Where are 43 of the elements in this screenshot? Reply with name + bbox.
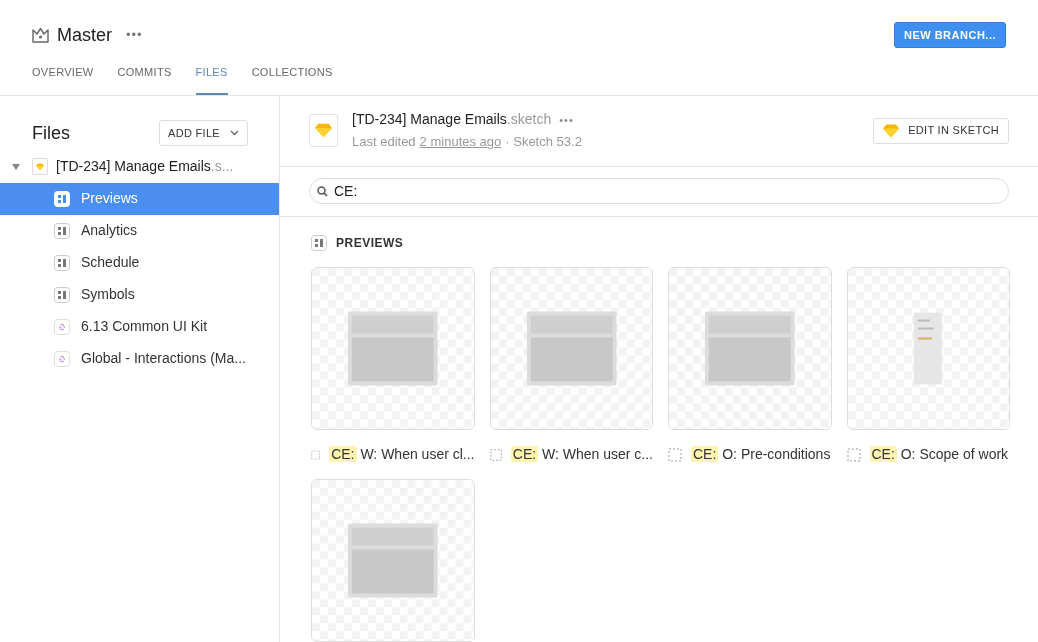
card-title: CE: W: When user c...: [510, 445, 653, 464]
search-icon: [317, 186, 328, 198]
caret-down-icon[interactable]: [11, 161, 21, 172]
diamond-icon: [883, 122, 900, 139]
tab[interactable]: COLLECTIONS: [251, 60, 333, 95]
artboard-icon: [668, 447, 682, 462]
card-title: CE: O: Scope of work: [869, 445, 1009, 464]
link-icon: [54, 350, 70, 367]
tab[interactable]: COMMITS: [117, 60, 172, 95]
page-icon: [54, 222, 70, 239]
more-button[interactable]: •••: [126, 25, 143, 45]
file-icon: [309, 114, 338, 148]
section-title: PREVIEWS: [336, 235, 404, 252]
crown-icon: [32, 27, 49, 43]
edited-label: Last edited: [352, 133, 416, 152]
page-icon: [311, 235, 327, 251]
sidebar-title: Files: [32, 121, 70, 145]
card-title: CE: W: When user cl...: [329, 445, 475, 464]
artboard-icon: [311, 447, 321, 462]
branch-title: Master: [57, 23, 112, 47]
link-icon: [54, 318, 70, 335]
file-icon: [32, 158, 48, 175]
sidebar-item[interactable]: Schedule: [0, 246, 279, 279]
file-name: [TD-234] Manage Emails.sketch: [352, 110, 552, 130]
tab[interactable]: FILES: [195, 60, 228, 95]
search-field[interactable]: CE:: [309, 178, 1009, 205]
version-label: · Sketch 53.2: [505, 133, 582, 152]
artboard-icon: [489, 447, 502, 462]
sidebar-item[interactable]: Global - Interactions (Ma...: [0, 342, 279, 375]
add-file-button[interactable]: ADD FILE: [159, 120, 248, 146]
file-tree-item[interactable]: [TD-234] Manage Emails.s...: [0, 150, 279, 183]
page-icon: [54, 286, 70, 303]
page-icon: [54, 190, 70, 207]
sidebar-item[interactable]: Analytics: [0, 214, 279, 247]
page-icon: [54, 254, 70, 271]
sidebar-item[interactable]: 6.13 Common UI Kit: [0, 310, 279, 343]
tab[interactable]: OVERVIEW: [32, 60, 94, 95]
artboard-icon: [846, 447, 861, 462]
more-button[interactable]: •••: [559, 111, 574, 129]
sidebar-item[interactable]: Symbols: [0, 278, 279, 311]
chevron-down-icon: [230, 130, 239, 136]
card-title: CE: O: Pre-conditions: [691, 445, 831, 464]
edit-in-sketch-button[interactable]: EDIT IN SKETCH: [873, 117, 1009, 144]
